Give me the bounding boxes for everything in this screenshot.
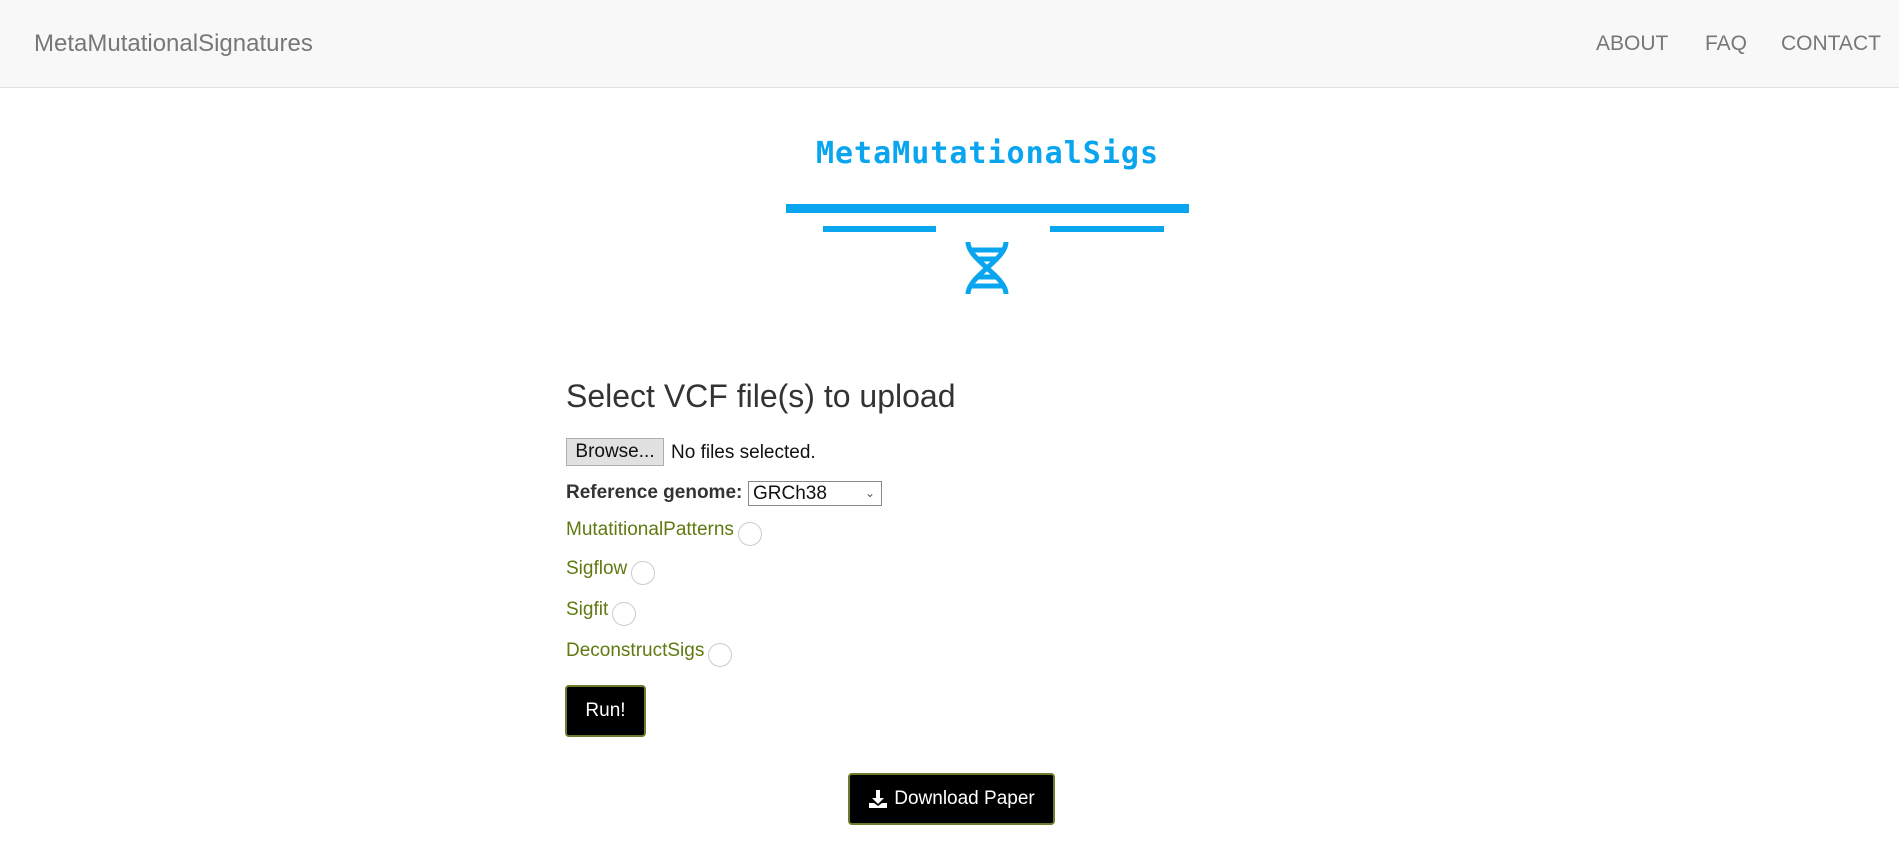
logo-divider: [786, 204, 1189, 213]
run-button[interactable]: Run!: [565, 685, 646, 737]
download-icon: [869, 790, 888, 808]
tool-radio[interactable]: [737, 522, 762, 546]
tool-label: MutatitionalPatterns: [566, 519, 734, 540]
nav-about[interactable]: ABOUT: [1596, 32, 1668, 56]
nav-faq[interactable]: FAQ: [1705, 32, 1747, 56]
chevron-down-icon: ⌄: [864, 486, 875, 500]
dna-icon: [965, 241, 1009, 295]
tool-option-sigfit: Sigfit: [566, 594, 637, 626]
nav-contact[interactable]: CONTACT: [1781, 32, 1881, 56]
browse-button[interactable]: Browse...: [566, 438, 664, 466]
tool-label: Sigfit: [566, 599, 609, 620]
tool-option-mutationalpatterns: MutatitionalPatterns: [566, 514, 762, 546]
upload-heading: Select VCF file(s) to upload: [566, 378, 956, 414]
logo-divider-right: [1050, 226, 1164, 232]
reference-genome-select[interactable]: GRCh38 ⌄: [748, 481, 882, 506]
tool-radio[interactable]: [612, 602, 637, 626]
logo-title: MetaMutationalSigs: [815, 136, 1160, 171]
tool-label: Sigflow: [566, 558, 628, 579]
tool-radio[interactable]: [631, 561, 656, 585]
logo-divider-left: [823, 226, 936, 232]
tool-label: DeconstructSigs: [566, 640, 705, 661]
file-status: No files selected.: [671, 442, 816, 463]
navbar: MetaMutationalSignatures ABOUT FAQ CONTA…: [0, 0, 1899, 88]
download-paper-button[interactable]: Download Paper: [848, 773, 1055, 825]
reference-genome-value: GRCh38: [753, 483, 827, 504]
brand-link[interactable]: MetaMutationalSignatures: [34, 30, 313, 58]
tool-option-sigflow: Sigflow: [566, 553, 656, 585]
tool-option-deconstructsigs: DeconstructSigs: [566, 635, 733, 667]
reference-genome-label: Reference genome:: [566, 482, 743, 503]
download-paper-label: Download Paper: [894, 788, 1035, 809]
tool-radio[interactable]: [708, 643, 733, 667]
